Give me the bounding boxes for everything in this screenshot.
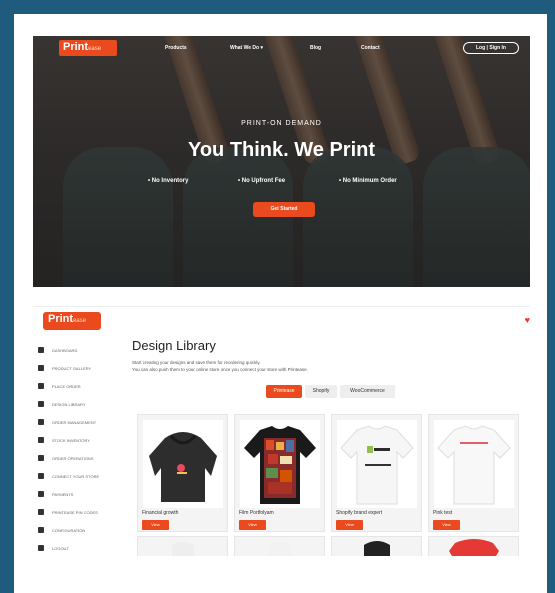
logout-icon bbox=[38, 545, 44, 551]
tab-woocommerce[interactable]: WooCommerce bbox=[340, 385, 395, 398]
product-card[interactable] bbox=[234, 536, 325, 556]
product-card[interactable] bbox=[428, 536, 519, 556]
sidebar-item-order-management[interactable]: ORDER MANAGEMENT bbox=[38, 417, 118, 427]
view-button[interactable]: View bbox=[336, 520, 363, 530]
product-image[interactable] bbox=[240, 420, 320, 508]
app-logo[interactable]: Printease bbox=[43, 312, 101, 330]
pin-icon bbox=[38, 509, 44, 515]
sidebar-item-design-library[interactable]: DESIGN LIBRARY bbox=[38, 399, 118, 409]
operations-icon bbox=[38, 455, 44, 461]
sidebar-item-place-order[interactable]: PLACE ORDER bbox=[38, 381, 118, 391]
product-card[interactable]: Pink test View bbox=[428, 414, 519, 532]
gallery-icon bbox=[38, 365, 44, 371]
design-library-app: Printease ♥ DASHBOARD PRODUCT GALLERY PL… bbox=[33, 306, 530, 556]
product-name: Film Portfolyam bbox=[239, 510, 274, 516]
view-button[interactable]: View bbox=[239, 520, 266, 530]
sidebar-item-connect-store[interactable]: CONNECT YOUR STORE bbox=[38, 471, 118, 481]
product-card[interactable]: Film Portfolyam View bbox=[234, 414, 325, 532]
nav-what-we-do[interactable]: What We Do ▾ bbox=[230, 45, 263, 51]
product-name: Shopify brand expert bbox=[336, 510, 383, 516]
tab-shopify[interactable]: Shopify bbox=[305, 385, 337, 398]
heart-icon[interactable]: ♥ bbox=[525, 315, 530, 325]
view-button[interactable]: View bbox=[142, 520, 169, 530]
nav-products[interactable]: Products bbox=[165, 45, 187, 51]
product-card[interactable] bbox=[137, 536, 228, 556]
sidebar-item-pin-codes[interactable]: PRINTEASE PIN CODES bbox=[38, 507, 118, 517]
hero-title: You Think. We Print bbox=[187, 139, 376, 161]
library-icon bbox=[38, 401, 44, 407]
login-signin-button[interactable]: Log | Sign In bbox=[463, 42, 519, 54]
sidebar-item-configuration[interactable]: CONFIGURATION bbox=[38, 525, 118, 535]
sidebar-item-product-gallery[interactable]: PRODUCT GALLERY bbox=[38, 363, 118, 373]
product-card[interactable] bbox=[331, 536, 422, 556]
product-card[interactable]: Shopify brand expert View bbox=[331, 414, 422, 532]
tab-printease[interactable]: Printease bbox=[266, 385, 302, 398]
store-icon bbox=[38, 473, 44, 479]
nav-contact[interactable]: Contact bbox=[361, 45, 380, 51]
inventory-icon bbox=[38, 437, 44, 443]
sidebar-item-payments[interactable]: PAYMENTS bbox=[38, 489, 118, 499]
sidebar-item-dashboard[interactable]: DASHBOARD bbox=[38, 345, 118, 355]
product-name: Pink test bbox=[433, 510, 453, 516]
feature-no-inventory: • No Inventory bbox=[148, 178, 189, 184]
nav-blog[interactable]: Blog bbox=[310, 45, 321, 51]
orders-icon bbox=[38, 419, 44, 425]
payment-icon bbox=[38, 491, 44, 497]
get-started-button[interactable]: Get Started bbox=[253, 202, 315, 217]
product-card[interactable]: Financial growth View bbox=[137, 414, 228, 532]
sidebar-item-logout[interactable]: LOGOUT bbox=[38, 543, 118, 553]
page-description: Start creating your designs and save the… bbox=[132, 360, 261, 365]
hero-banner: Printease Products What We Do ▾ Blog Con… bbox=[33, 36, 530, 287]
product-image[interactable] bbox=[337, 420, 417, 508]
page-title: Design Library bbox=[132, 338, 216, 353]
feature-no-upfront-fee: • No Upfront Fee bbox=[238, 178, 286, 184]
view-button[interactable]: View bbox=[433, 520, 460, 530]
hero-eyebrow: PRINT-ON DEMAND bbox=[241, 120, 322, 127]
cart-icon bbox=[38, 383, 44, 389]
sidebar-item-order-operations[interactable]: ORDER OPERATIONS bbox=[38, 453, 118, 463]
feature-no-minimum-order: • No Minimum Order bbox=[339, 178, 397, 184]
brand-logo[interactable]: Printease bbox=[59, 40, 117, 56]
sidebar-item-stock-inventory[interactable]: STOCK INVENTORY bbox=[38, 435, 118, 445]
settings-icon bbox=[38, 527, 44, 533]
page-description: You can also push them to your online st… bbox=[132, 367, 308, 372]
product-name: Financial growth bbox=[142, 510, 179, 516]
dashboard-icon bbox=[38, 347, 44, 353]
product-image[interactable] bbox=[434, 420, 514, 508]
product-image[interactable] bbox=[143, 420, 223, 508]
